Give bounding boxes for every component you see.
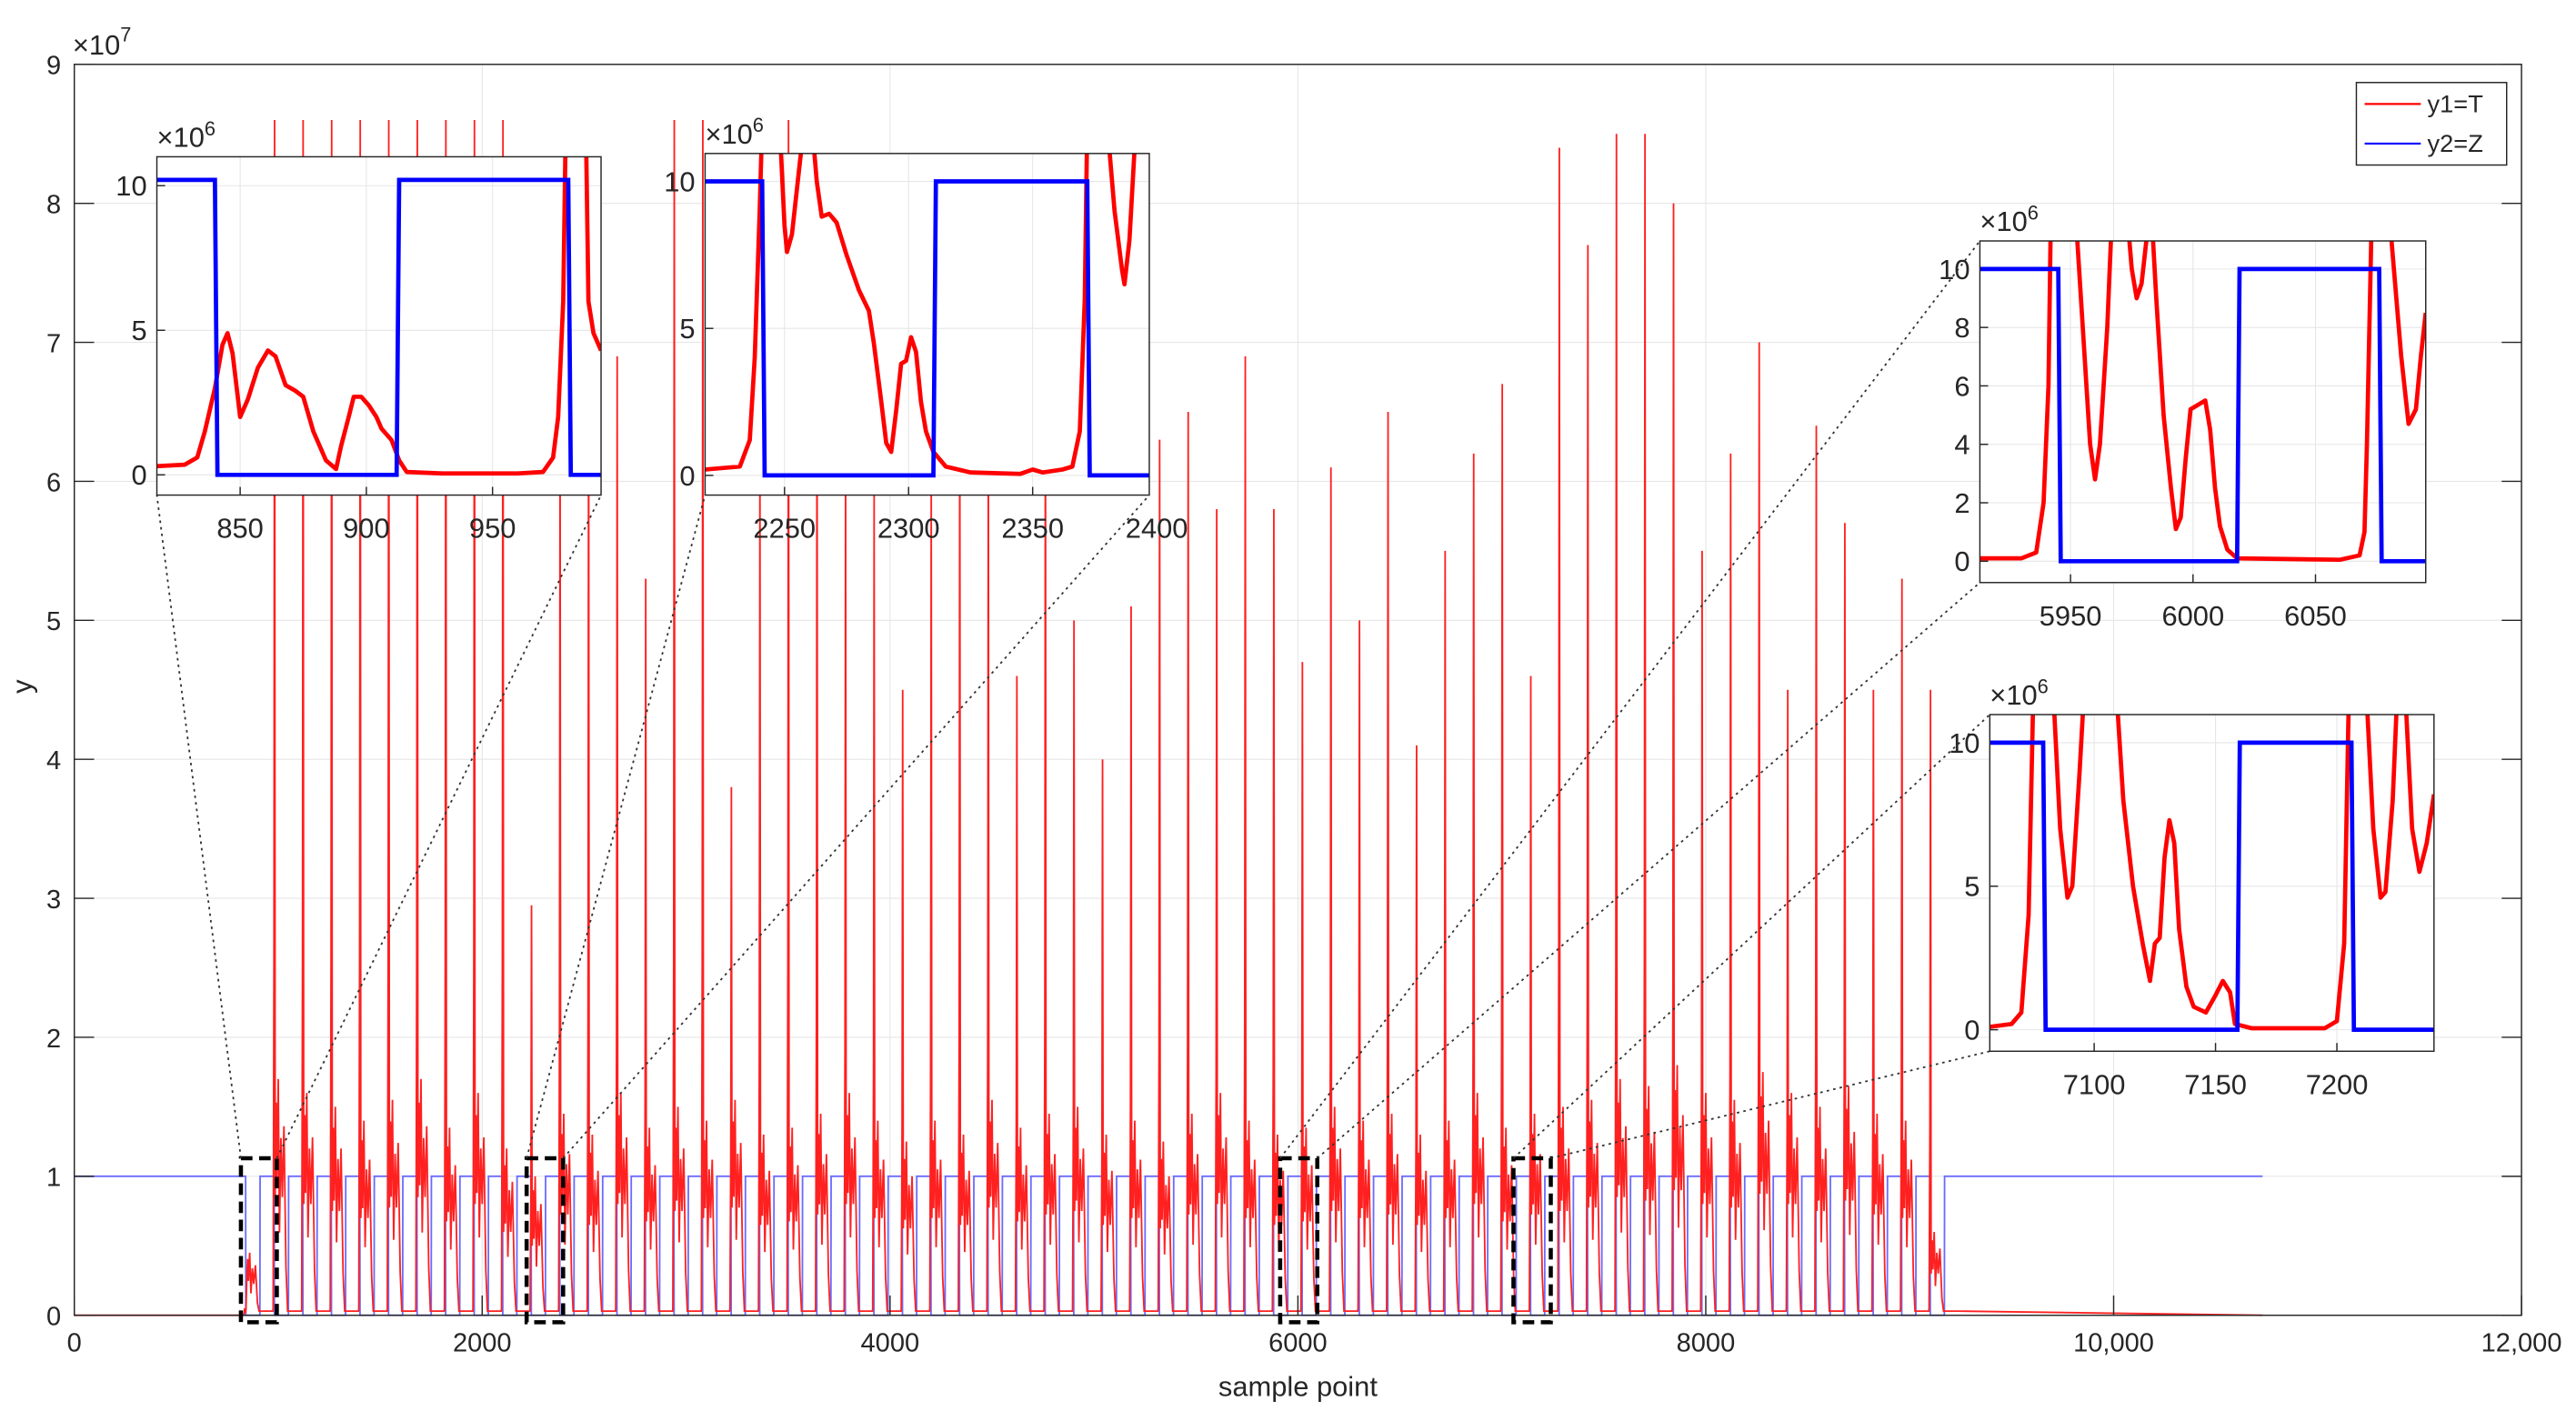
inset-y-tick-label: 5 xyxy=(679,313,695,345)
inset-y-tick-label: 4 xyxy=(1954,429,1970,461)
inset-y-tick-label: 0 xyxy=(1954,545,1970,577)
inset-2: 2250 2300 2350 2400 0 5 10 ×106 xyxy=(664,114,1188,545)
zoom-connector-line xyxy=(276,495,602,1159)
x-tick-label: 4000 xyxy=(861,1329,920,1358)
inset-exponent-power: 6 xyxy=(205,117,216,140)
inset-exponent: ×106 xyxy=(157,117,216,154)
inset-exponent: ×106 xyxy=(1990,675,2048,711)
inset-x-tick-label: 950 xyxy=(469,513,516,545)
inset-y-tick-label: 0 xyxy=(679,460,695,492)
y-tick-label: 1 xyxy=(46,1164,61,1193)
x-tick-label: 10,000 xyxy=(2073,1329,2154,1358)
inset-x-tick-label: 2300 xyxy=(877,513,940,545)
inset-x-tick-label: 2250 xyxy=(753,513,816,545)
zoom-connector-line xyxy=(155,495,242,1159)
y-tick-label: 7 xyxy=(46,329,61,358)
inset-exponent-base: ×10 xyxy=(157,122,205,154)
inset-exponent-base: ×10 xyxy=(705,118,752,150)
y-axis-label: y xyxy=(5,679,37,694)
y-tick-label: 3 xyxy=(46,886,61,915)
zoom-connector-line xyxy=(1279,240,1981,1159)
inset-exponent: ×106 xyxy=(1980,201,2038,237)
inset-exponent-power: 6 xyxy=(2028,201,2039,224)
y-exponent-base: ×10 xyxy=(73,29,120,61)
inset-y-tick-label: 6 xyxy=(1954,370,1970,402)
inset-x-tick-label: 2350 xyxy=(1001,513,1064,545)
inset-exponent: ×106 xyxy=(705,114,763,150)
y-tick-label: 5 xyxy=(46,607,61,636)
inset-x-tick-label: 7200 xyxy=(2306,1068,2369,1100)
legend-label-2: y2=Z xyxy=(2428,129,2483,157)
inset-background xyxy=(156,156,602,495)
legend: y1=T y2=Z xyxy=(2355,82,2508,166)
inset-y-tick-label: 0 xyxy=(1964,1015,1980,1046)
inset-x-tick-label: 7100 xyxy=(2063,1068,2126,1100)
y-exponent-power: 7 xyxy=(120,23,131,45)
inset-y-tick-label: 10 xyxy=(1939,254,1970,285)
inset-y-tick-label: 10 xyxy=(664,165,695,197)
zoom-connector-line xyxy=(562,494,1150,1159)
inset-exponent-base: ×10 xyxy=(1990,679,2037,711)
inset-x-tick-label: 2400 xyxy=(1126,513,1188,545)
inset-x-tick-label: 7150 xyxy=(2184,1068,2247,1100)
y-tick-label: 6 xyxy=(46,468,61,497)
x-tick-label: 2000 xyxy=(453,1329,512,1358)
inset-3: 5950 6000 60500246810×106 xyxy=(1939,201,2427,632)
y-exponent: ×107 xyxy=(73,23,131,61)
inset-y-tick-label: 5 xyxy=(131,315,146,346)
y-tick-label: 8 xyxy=(46,191,61,220)
inset-y-tick-label: 0 xyxy=(131,459,146,491)
y-tick-label: 0 xyxy=(46,1303,61,1332)
inset-x-tick-label: 6050 xyxy=(2284,600,2347,632)
inset-x-tick-label: 6000 xyxy=(2161,600,2224,632)
inset-x-tick-label: 900 xyxy=(343,513,390,545)
inset-1: 850 900 950 0 5 10 ×106 xyxy=(115,117,602,545)
inset-exponent-base: ×10 xyxy=(1980,205,2027,237)
inset-y-tick-label: 10 xyxy=(1949,727,1980,759)
x-tick-label: 8000 xyxy=(1677,1329,1736,1358)
inset-y-tick-label: 8 xyxy=(1954,312,1970,344)
inset-x-tick-label: 5950 xyxy=(2040,600,2102,632)
y-tick-label: 9 xyxy=(46,52,61,81)
inset-y-tick-label: 2 xyxy=(1954,487,1970,519)
inset-y-tick-label: 5 xyxy=(1964,871,1980,903)
x-tick-label: 12,000 xyxy=(2481,1329,2562,1358)
x-tick-label: 6000 xyxy=(1268,1329,1328,1358)
inset-y-tick-label: 10 xyxy=(115,170,146,202)
x-tick-label: 0 xyxy=(67,1329,82,1358)
y-tick-label: 4 xyxy=(46,746,61,776)
inset-exponent-power: 6 xyxy=(753,114,764,136)
chart: 0 2000 4000 6000 8000 10,000 12,0000123456789 … xyxy=(5,23,2562,1403)
inset-4: 7100 7150 7200 0 5 10 ×106 xyxy=(1949,675,2435,1100)
y-tick-label: 2 xyxy=(46,1025,61,1054)
inset-x-tick-label: 850 xyxy=(216,513,264,545)
legend-label-1: y1=T xyxy=(2428,89,2483,117)
inset-exponent-power: 6 xyxy=(2038,675,2049,697)
x-axis-label: sample point xyxy=(1218,1371,1378,1403)
